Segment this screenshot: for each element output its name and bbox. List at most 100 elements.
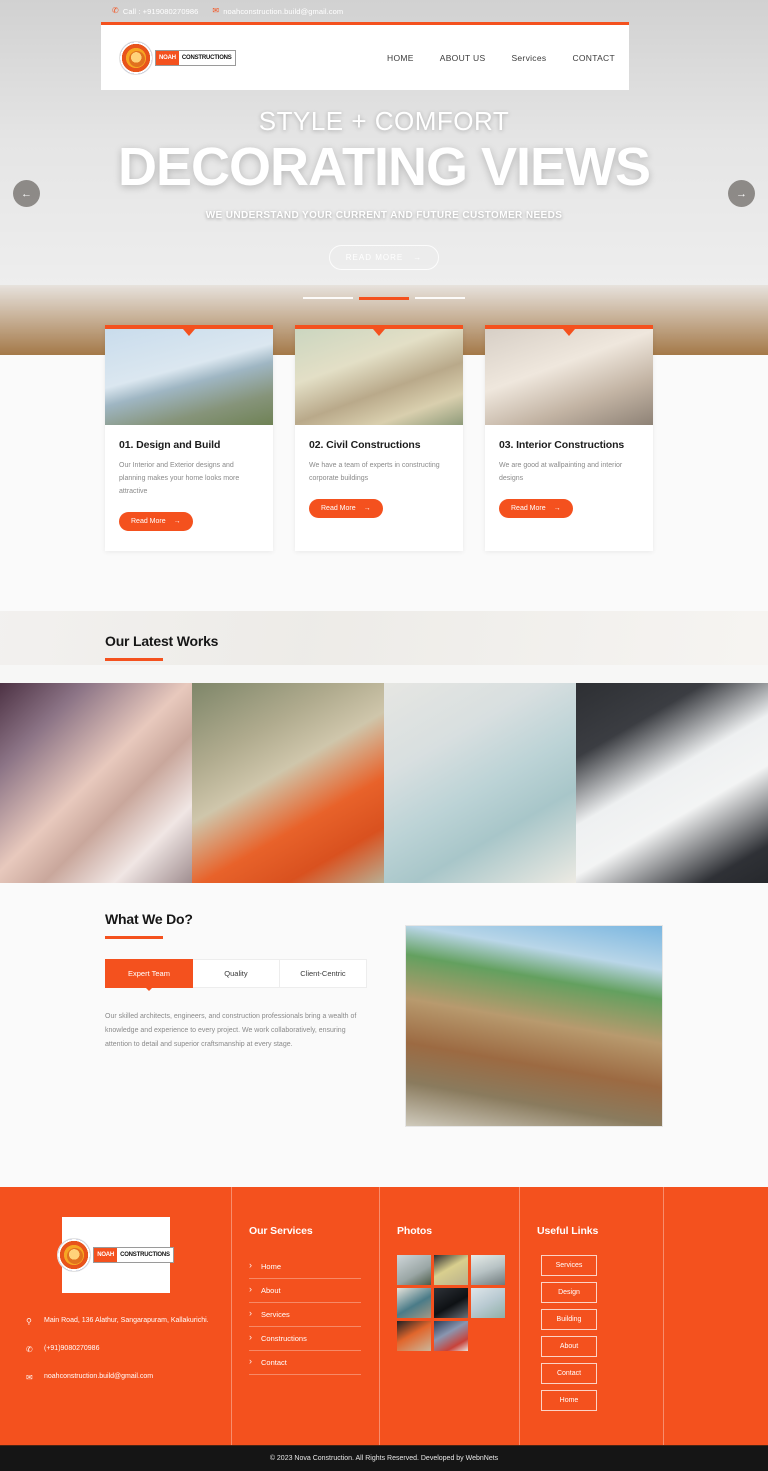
footer-phone-label: (+91)9080270986 <box>44 1344 100 1352</box>
service-card-title: 03. Interior Constructions <box>499 439 625 451</box>
hero-read-more-button[interactable]: READ MORE → <box>328 244 440 270</box>
footer-logo[interactable]: NOAH CONSTRUCTIONS <box>57 1216 174 1293</box>
useful-link-services[interactable]: Services <box>541 1254 597 1276</box>
hero-slider-indicators <box>0 297 768 300</box>
footer-link-contact[interactable]: Contact <box>249 1351 361 1375</box>
footer-photos-title: Photos <box>397 1224 432 1237</box>
service-card-image <box>105 329 273 425</box>
hero-read-more-label: READ MORE <box>345 252 404 262</box>
tab-expert-team[interactable]: Expert Team <box>105 958 193 991</box>
service-card[interactable]: 01. Design and Build Our Interior and Ex… <box>105 325 273 551</box>
hero-prev-button[interactable]: ← <box>13 180 40 207</box>
service-card-body: 02. Civil Constructions We have a team o… <box>295 425 463 538</box>
gallery-item[interactable] <box>384 682 576 883</box>
footer-photos-column: Photos <box>379 1186 519 1445</box>
footer-photo-thumb[interactable] <box>434 1320 468 1351</box>
logo-word-secondary: CONSTRUCTIONS <box>178 50 235 65</box>
footer-link-home[interactable]: Home <box>249 1255 361 1279</box>
copyright-text: © 2023 Nova Construction. All Rights Res… <box>269 1454 499 1462</box>
footer-photo-thumb[interactable] <box>471 1287 505 1318</box>
arrow-right-icon: → <box>363 504 371 512</box>
footer-link-services[interactable]: Services <box>249 1303 361 1327</box>
footer-photos-grid <box>397 1254 505 1351</box>
footer-photo-thumb[interactable] <box>434 1254 468 1285</box>
logo-emblem-icon <box>57 1237 92 1272</box>
service-card-body: 03. Interior Constructions We are good a… <box>485 425 653 538</box>
hero-content: STYLE + COMFORT DECORATING VIEWS WE UNDE… <box>0 90 768 270</box>
site-footer: NOAH CONSTRUCTIONS ⚲ Main Road, 136 Alat… <box>0 1186 768 1445</box>
top-contact-bar: ✆ Call : +919080270986 ✉ noahconstructio… <box>0 0 768 22</box>
phone-icon: ✆ <box>26 1344 33 1354</box>
hero-slide-indicator-1[interactable] <box>303 297 353 299</box>
tab-quality[interactable]: Quality <box>192 958 280 988</box>
what-we-do-section: What We Do? Expert Team Quality Client-C… <box>0 882 768 1187</box>
main-navigation: HOME ABOUT US Services CONTACT <box>387 53 615 63</box>
footer-photo-thumb[interactable] <box>397 1320 431 1351</box>
logo-wordmark: NOAH CONSTRUCTIONS <box>93 1246 174 1263</box>
hero-slide-indicator-3[interactable] <box>415 297 465 299</box>
service-card-read-more-label: Read More <box>131 517 166 525</box>
service-card-text: We have a team of experts in constructin… <box>309 462 440 482</box>
hero-title: DECORATING VIEWS <box>117 137 651 197</box>
service-card-read-more-button[interactable]: Read More → <box>309 498 383 518</box>
topbar-phone[interactable]: ✆ Call : +919080270986 <box>112 7 198 16</box>
nav-item-contact[interactable]: CONTACT <box>572 53 615 63</box>
footer-link-constructions[interactable]: Constructions <box>249 1327 361 1351</box>
logo-word-secondary: CONSTRUCTIONS <box>117 1247 173 1262</box>
footer-email[interactable]: ✉ noahconstruction.build@gmail.com <box>26 1371 213 1385</box>
service-card-list: 01. Design and Build Our Interior and Ex… <box>105 325 663 551</box>
useful-link-about[interactable]: About <box>541 1335 597 1357</box>
useful-link-contact[interactable]: Contact <box>541 1362 597 1384</box>
what-we-do-inner: What We Do? Expert Team Quality Client-C… <box>105 911 663 1127</box>
site-logo[interactable]: NOAH CONSTRUCTIONS <box>119 34 236 81</box>
useful-link-design[interactable]: Design <box>541 1281 597 1303</box>
footer-email-label: noahconstruction.build@gmail.com <box>44 1372 154 1380</box>
footer-services-title: Our Services <box>249 1224 313 1237</box>
title-underline <box>105 935 163 939</box>
site-header: NOAH CONSTRUCTIONS HOME ABOUT US Service… <box>101 22 629 90</box>
service-card-title: 02. Civil Constructions <box>309 439 421 451</box>
service-card-text: Our Interior and Exterior designs and pl… <box>119 462 240 495</box>
latest-works-header: Our Latest Works <box>105 633 663 661</box>
footer-contact-list: ⚲ Main Road, 136 Alathur, Sangarapuram, … <box>18 1315 213 1385</box>
works-gallery <box>0 682 768 883</box>
envelope-icon: ✉ <box>212 6 220 15</box>
latest-works-section: Our Latest Works <box>0 610 768 883</box>
hero-slide-indicator-2[interactable] <box>359 297 409 300</box>
hero-section: ✆ Call : +919080270986 ✉ noahconstructio… <box>0 0 768 355</box>
nav-item-home[interactable]: HOME <box>387 53 414 63</box>
footer-useful-links-column: Useful Links Services Design Building Ab… <box>519 1186 663 1445</box>
footer-services-list: Home About Services Constructions Contac… <box>249 1255 361 1375</box>
topbar-email[interactable]: ✉ noahconstruction.build@gmail.com <box>212 7 343 16</box>
phone-icon: ✆ <box>112 6 119 15</box>
footer-services-column: Our Services Home About Services Constru… <box>231 1186 379 1445</box>
service-card-read-more-button[interactable]: Read More → <box>119 511 193 531</box>
tab-client-centric[interactable]: Client-Centric <box>279 958 367 988</box>
footer-photo-thumb[interactable] <box>434 1287 468 1318</box>
nav-item-about-us[interactable]: ABOUT US <box>440 53 486 63</box>
arrow-right-icon: → <box>553 504 561 512</box>
service-card[interactable]: 02. Civil Constructions We have a team o… <box>295 325 463 551</box>
footer-photo-thumb[interactable] <box>397 1254 431 1285</box>
footer-link-about[interactable]: About <box>249 1279 361 1303</box>
footer-photo-thumb[interactable] <box>397 1287 431 1318</box>
nav-item-services[interactable]: Services <box>511 53 546 63</box>
useful-link-home[interactable]: Home <box>541 1389 597 1411</box>
what-we-do-body-text: Our skilled architects, engineers, and c… <box>105 1012 357 1048</box>
useful-link-building[interactable]: Building <box>541 1308 597 1330</box>
hero-next-button[interactable]: → <box>728 180 755 207</box>
gallery-item[interactable] <box>576 682 768 883</box>
footer-address: ⚲ Main Road, 136 Alathur, Sangarapuram, … <box>26 1315 213 1329</box>
service-card-read-more-button[interactable]: Read More → <box>499 498 573 518</box>
topbar-email-label: noahconstruction.build@gmail.com <box>223 6 344 16</box>
footer-photo-thumb[interactable] <box>471 1254 505 1285</box>
what-we-do-image <box>404 924 663 1127</box>
logo-wordmark: NOAH CONSTRUCTIONS <box>155 49 236 66</box>
gallery-item[interactable] <box>0 682 192 883</box>
logo-word-primary: NOAH <box>156 50 179 65</box>
service-card[interactable]: 03. Interior Constructions We are good a… <box>485 325 653 551</box>
footer-phone[interactable]: ✆ (+91)9080270986 <box>26 1343 213 1357</box>
what-we-do-tabs: Expert Team Quality Client-Centric <box>105 958 367 991</box>
service-card-body: 01. Design and Build Our Interior and Ex… <box>105 425 273 551</box>
gallery-item[interactable] <box>192 682 384 883</box>
